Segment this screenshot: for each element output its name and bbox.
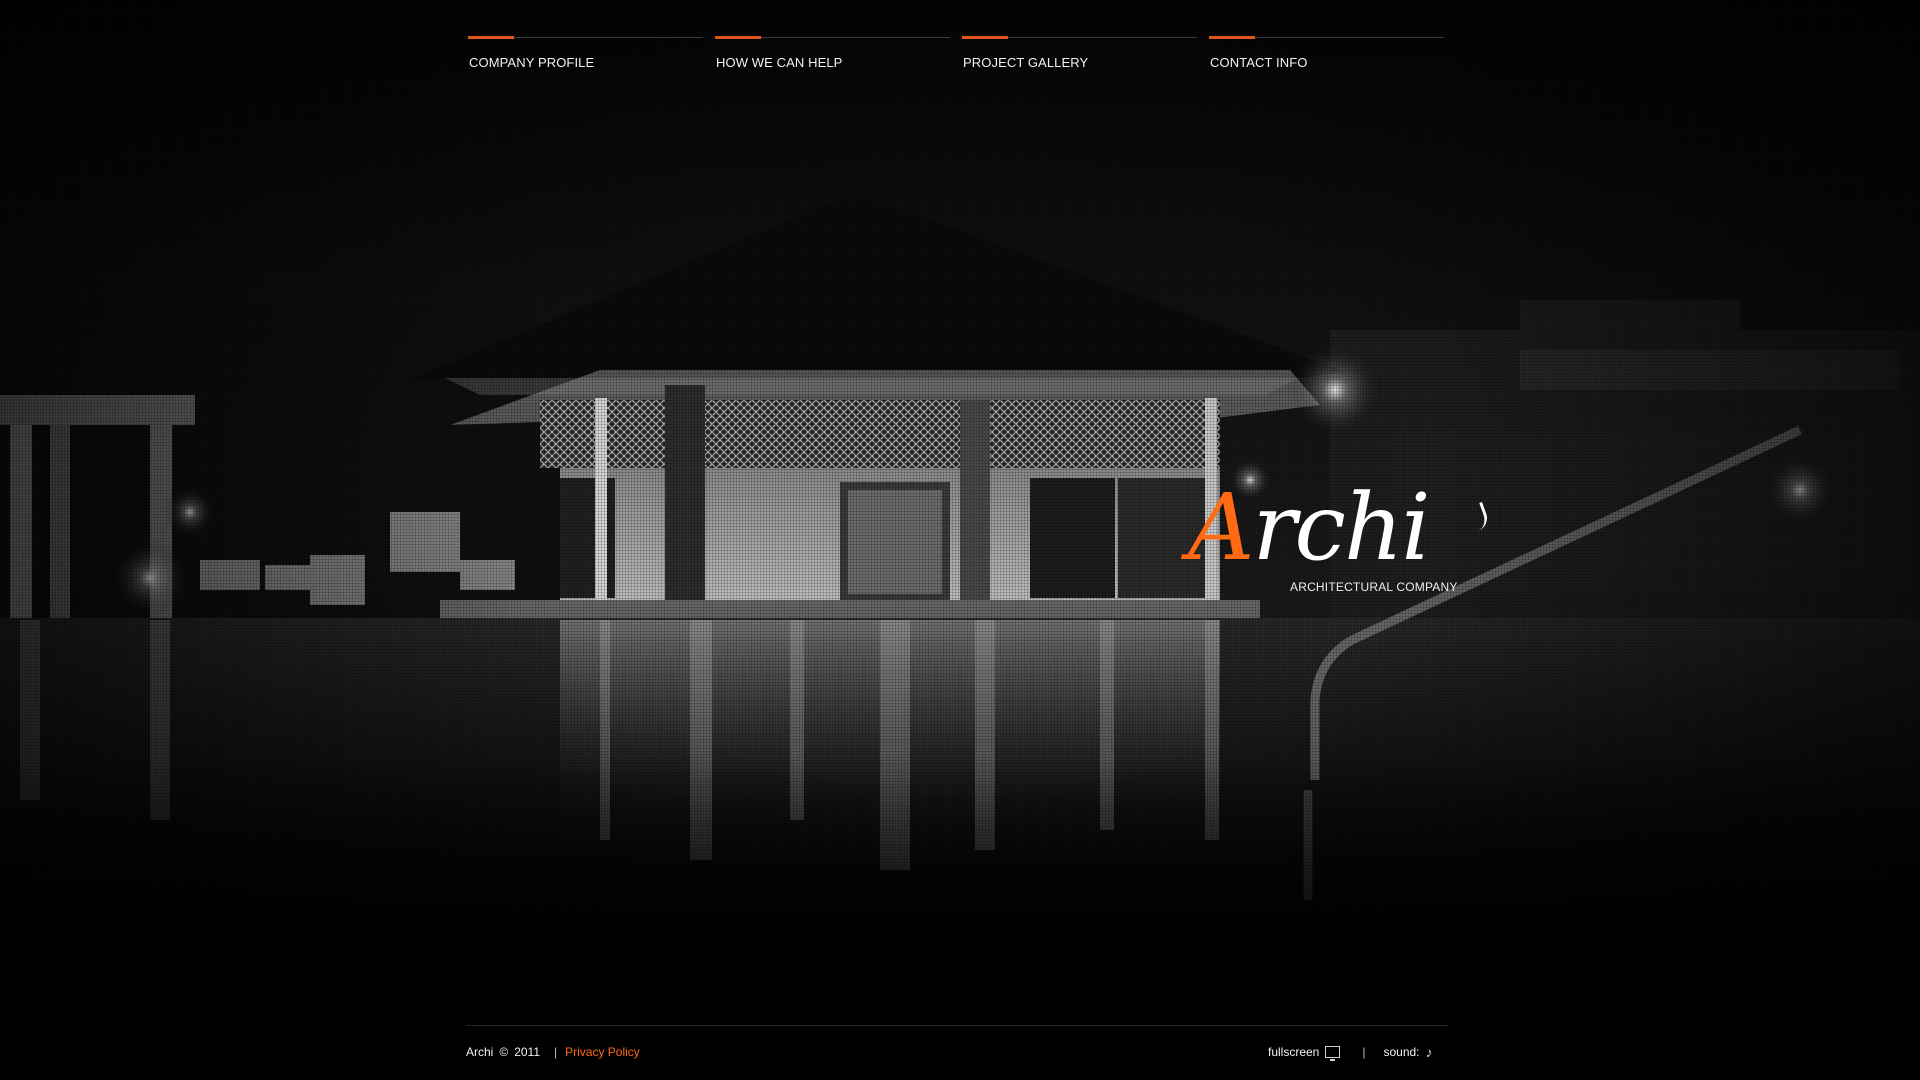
logo-accent-mark bbox=[1466, 501, 1491, 533]
logo-wordmark: Archi bbox=[1188, 478, 1431, 578]
nav-accent-bar bbox=[468, 36, 514, 39]
nav-item-label: COMPANY PROFILE bbox=[469, 55, 595, 70]
nav-item-project-gallery[interactable]: PROJECT GALLERY bbox=[962, 36, 1197, 78]
page: COMPANY PROFILE HOW WE CAN HELP PROJECT … bbox=[0, 0, 1920, 1080]
nav-item-contact-info[interactable]: CONTACT INFO bbox=[1209, 36, 1444, 78]
footer-separator: | bbox=[554, 1045, 558, 1059]
logo-tagline: ARCHITECTURAL COMPANY bbox=[1290, 580, 1458, 594]
nav-item-label: PROJECT GALLERY bbox=[963, 55, 1089, 70]
nav-item-label: HOW WE CAN HELP bbox=[716, 55, 843, 70]
footer-copyright: Archi © 2011 | Privacy Policy bbox=[466, 1045, 646, 1059]
fullscreen-label[interactable]: fullscreen bbox=[1268, 1045, 1319, 1059]
nav-item-label: CONTACT INFO bbox=[1210, 55, 1308, 70]
nav-accent-bar bbox=[1209, 36, 1255, 39]
footer-controls-separator: | bbox=[1362, 1045, 1366, 1059]
logo-initial: A bbox=[1188, 474, 1254, 581]
logo[interactable]: Archi ARCHITECTURAL COMPANY bbox=[1188, 478, 1491, 598]
monitor-icon[interactable] bbox=[1325, 1046, 1341, 1061]
logo-rest: rchi bbox=[1252, 474, 1430, 581]
copyright-year: 2011 bbox=[514, 1045, 540, 1059]
nav-accent-bar bbox=[962, 36, 1008, 39]
sound-label[interactable]: sound: bbox=[1383, 1045, 1419, 1059]
nav-accent-bar bbox=[715, 36, 761, 39]
privacy-policy-link[interactable]: Privacy Policy bbox=[565, 1045, 640, 1059]
footer-brand: Archi bbox=[466, 1045, 494, 1059]
footer-controls: fullscreen | sound: ♪ bbox=[1268, 1044, 1433, 1061]
footer-divider bbox=[466, 1025, 1448, 1026]
nav-item-how-we-can-help[interactable]: HOW WE CAN HELP bbox=[715, 36, 950, 78]
background-photo bbox=[0, 0, 1920, 1080]
copyright-symbol: © bbox=[499, 1045, 509, 1059]
nav-item-company-profile[interactable]: COMPANY PROFILE bbox=[468, 36, 703, 78]
main-navigation: COMPANY PROFILE HOW WE CAN HELP PROJECT … bbox=[468, 36, 1448, 78]
music-note-icon[interactable]: ♪ bbox=[1426, 1044, 1433, 1060]
